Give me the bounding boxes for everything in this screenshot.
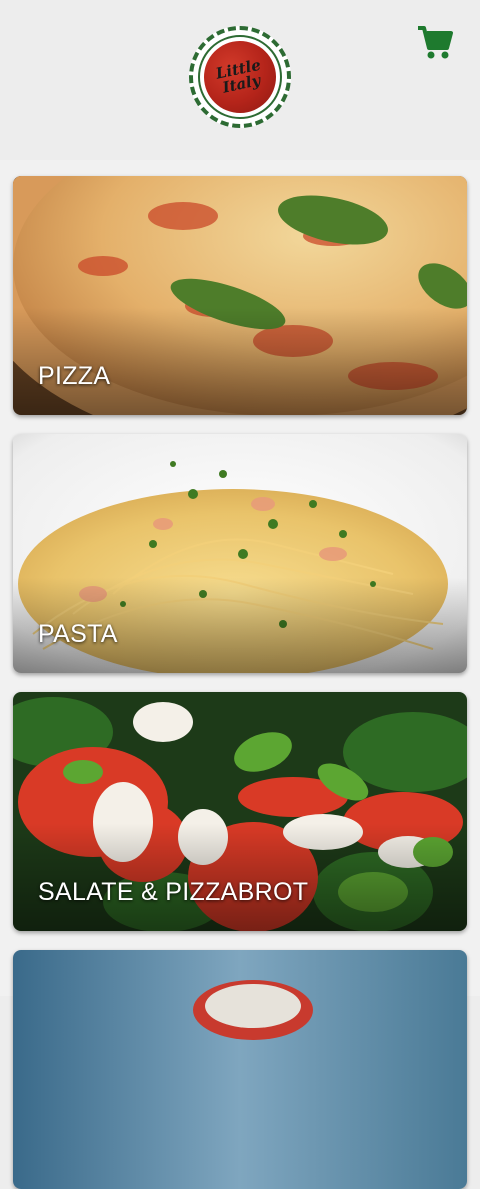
category-label: PASTA (38, 620, 118, 648)
category-label: PIZZA (38, 362, 111, 390)
category-card-pasta[interactable]: PASTA (13, 434, 467, 673)
logo-badge: Little Italy (197, 34, 283, 120)
category-label: SALATE & PIZZABROT (38, 878, 309, 906)
category-card-salad-pizzabread[interactable]: SALATE & PIZZABROT (13, 692, 467, 931)
category-list: PIZZA PASTA SALATE & PIZZABROT (0, 160, 480, 1189)
category-image-4 (13, 950, 467, 1189)
category-card-pizza[interactable]: PIZZA (13, 176, 467, 415)
app-header: Little Italy (0, 0, 480, 160)
logo-ring: Little Italy (197, 34, 283, 120)
logo-line2: Italy (220, 71, 262, 97)
restaurant-logo[interactable]: Little Italy (189, 26, 291, 128)
category-card-4[interactable] (13, 950, 467, 1189)
shopping-cart-icon[interactable] (416, 24, 454, 62)
